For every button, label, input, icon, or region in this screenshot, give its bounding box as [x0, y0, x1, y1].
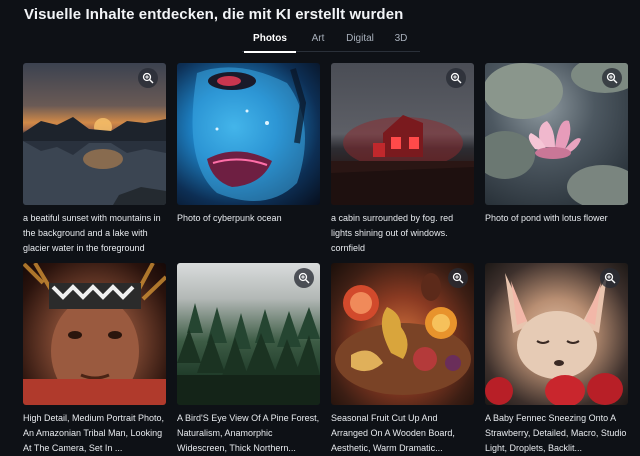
cyberpunk-face-art: [192, 67, 307, 201]
zoom-in-icon[interactable]: [448, 268, 468, 288]
gallery-caption: Seasonal Fruit Cut Up And Arranged On A …: [331, 413, 455, 453]
gallery-caption: A Baby Fennec Sneezing Onto A Strawberry…: [485, 413, 627, 453]
page-title: Visuelle Inhalte entdecken, die mit KI e…: [24, 6, 404, 23]
zoom-in-icon[interactable]: [600, 268, 620, 288]
category-tabs: Photos Art Digital 3D: [242, 30, 420, 53]
gallery-card[interactable]: Photo of pond with lotus flower: [485, 63, 628, 226]
gallery-image[interactable]: [23, 263, 166, 405]
zoom-in-icon[interactable]: [294, 268, 314, 288]
gallery-caption: Photo of cyberpunk ocean: [177, 213, 282, 223]
gallery-caption: a cabin surrounded by fog. red lights sh…: [331, 213, 454, 253]
zoom-in-icon[interactable]: [138, 68, 158, 88]
gallery-image[interactable]: [177, 63, 320, 205]
gallery-card[interactable]: Seasonal Fruit Cut Up And Arranged On A …: [331, 263, 474, 456]
tab-digital[interactable]: Digital: [338, 30, 382, 52]
gallery-card[interactable]: Photo of cyberpunk ocean: [177, 63, 320, 226]
gallery-card[interactable]: High Detail, Medium Portrait Photo, An A…: [23, 263, 166, 456]
gallery-card[interactable]: a beatiful sunset with mountains in the …: [23, 63, 166, 256]
gallery-card[interactable]: A Baby Fennec Sneezing Onto A Strawberry…: [485, 263, 628, 456]
gallery-card[interactable]: a cabin surrounded by fog. red lights sh…: [331, 63, 474, 256]
tab-art[interactable]: Art: [302, 30, 334, 52]
gallery-caption: High Detail, Medium Portrait Photo, An A…: [23, 413, 165, 453]
gallery-card[interactable]: A Bird'S Eye View Of A Pine Forest, Natu…: [177, 263, 320, 456]
zoom-in-icon[interactable]: [446, 68, 466, 88]
tab-photos[interactable]: Photos: [242, 30, 298, 53]
zoom-in-icon[interactable]: [602, 68, 622, 88]
tribal-portrait-art: [23, 263, 166, 405]
gallery-caption: a beatiful sunset with mountains in the …: [23, 213, 161, 253]
gallery-caption: Photo of pond with lotus flower: [485, 213, 608, 223]
gallery-caption: A Bird'S Eye View Of A Pine Forest, Natu…: [177, 413, 320, 453]
tab-3d[interactable]: 3D: [386, 30, 416, 52]
